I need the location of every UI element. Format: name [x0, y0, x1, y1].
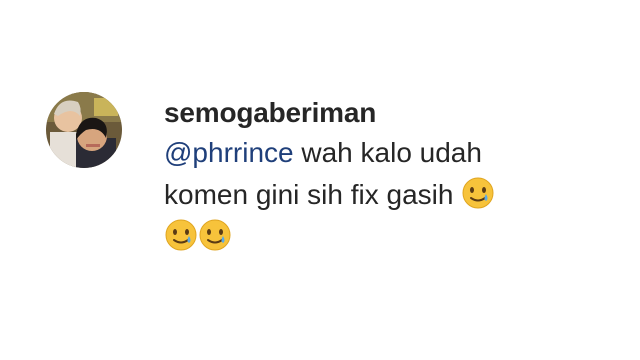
comment-item: semogaberiman @phrrince wah kalo udah ko… [46, 92, 606, 258]
comment-text-line1: wah kalo udah [301, 137, 482, 168]
smiling-face-with-tear-icon [198, 218, 232, 252]
smiling-face-with-tear-icon [461, 176, 495, 210]
comment-text: @phrrince wah kalo udah komen gini sih f… [164, 132, 604, 258]
avatar[interactable] [46, 92, 122, 168]
smiling-face-with-tear-icon [164, 218, 198, 252]
avatar-photo [46, 92, 122, 168]
username[interactable]: semogaberiman [164, 96, 604, 130]
comment-text-line2: komen gini sih fix gasih [164, 179, 454, 210]
comment-body: semogaberiman @phrrince wah kalo udah ko… [164, 96, 604, 258]
emoji-row [164, 216, 604, 258]
mention-link[interactable]: @phrrince [164, 137, 294, 168]
